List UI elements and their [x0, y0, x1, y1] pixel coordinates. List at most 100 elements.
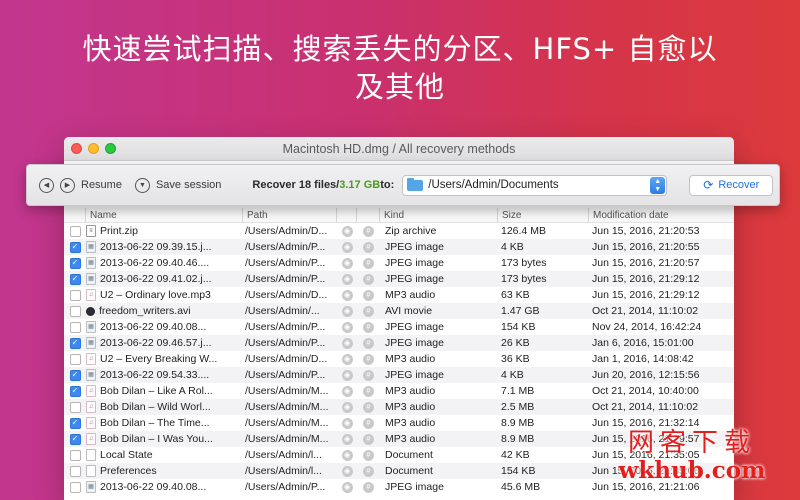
file-name: Bob Dilan – Like A Rol... [100, 385, 213, 397]
row-checkbox[interactable]: ✓ [69, 337, 81, 349]
row-checkbox[interactable] [69, 353, 81, 365]
table-row[interactable]: ♫ Bob Dilan – Wild Worl... /Users/Admin/M.… [64, 399, 734, 415]
hash-icon[interactable]: # [363, 257, 374, 269]
row-checkbox-cell: ✓ [64, 273, 86, 285]
row-checkbox[interactable]: ✓ [69, 417, 81, 429]
eye-icon[interactable]: ◉ [341, 385, 353, 397]
preview-cell: ◉ [337, 241, 357, 253]
hash-icon[interactable]: # [363, 289, 374, 301]
hash-icon[interactable]: # [363, 481, 374, 493]
table-row[interactable]: ✓ ▦ 2013-06-22 09.46.57.j... /Users/Admin/P… [64, 335, 734, 351]
header-path[interactable]: Path [243, 208, 337, 222]
play-icon[interactable]: ▶ [60, 177, 75, 193]
eye-icon[interactable]: ◉ [341, 369, 353, 381]
hash-icon[interactable]: # [363, 417, 374, 429]
file-name: 2013-06-22 09.39.15.j... [100, 241, 212, 253]
hash-icon[interactable]: # [363, 449, 374, 461]
back-icon[interactable]: ◀ [39, 177, 54, 193]
row-checkbox[interactable]: ✓ [69, 369, 81, 381]
hash-icon[interactable]: # [363, 305, 374, 317]
eye-icon[interactable]: ◉ [341, 401, 353, 413]
hash-cell: # [357, 481, 380, 493]
eye-icon[interactable]: ◉ [341, 417, 353, 429]
eye-icon[interactable]: ◉ [341, 305, 353, 317]
table-row[interactable]: ▦ 2013-06-22 09.40.08... /Users/Admin/P...… [64, 319, 734, 335]
hash-icon[interactable]: # [363, 337, 374, 349]
eye-icon[interactable]: ◉ [341, 225, 353, 237]
header-name[interactable]: Name [86, 208, 243, 222]
table-row[interactable]: ≡ Print.zip/Users/Admin/D... ◉ # Zip archive… [64, 223, 734, 239]
hash-icon[interactable]: # [363, 241, 374, 253]
eye-icon[interactable]: ◉ [341, 289, 353, 301]
hash-icon[interactable]: # [363, 321, 374, 333]
hash-cell: # [357, 289, 380, 301]
row-checkbox[interactable] [69, 289, 81, 301]
eye-icon[interactable]: ◉ [341, 465, 353, 477]
kind-cell: JPEG image [385, 481, 444, 493]
row-checkbox[interactable] [69, 465, 81, 477]
row-checkbox[interactable]: ✓ [69, 257, 81, 269]
row-checkbox[interactable] [69, 225, 81, 237]
row-checkbox[interactable]: ✓ [69, 385, 81, 397]
path-cell: /Users/Admin/M... [245, 417, 329, 429]
hash-icon[interactable]: # [363, 353, 374, 365]
header-kind[interactable]: Kind [380, 208, 498, 222]
save-session-group[interactable]: ▼ Save session [134, 177, 221, 193]
row-checkbox[interactable] [69, 449, 81, 461]
preview-cell: ◉ [337, 273, 357, 285]
table-row[interactable]: ♫ U2 – Every Breaking W... /Users/Admin/D.… [64, 351, 734, 367]
table-row[interactable]: ✓ ▦ 2013-06-22 09.54.33.... /Users/Admin/P.… [64, 367, 734, 383]
header-date[interactable]: Modification date [589, 208, 734, 222]
hash-icon[interactable]: # [363, 401, 374, 413]
header-size[interactable]: Size [498, 208, 589, 222]
table-row[interactable]: ✓ ♫ Bob Dilan – Like A Rol... /Users/Admin/… [64, 383, 734, 399]
table-row[interactable]: ✓ ▦ 2013-06-22 09.40.46.... /Users/Admin/P.… [64, 255, 734, 271]
eye-icon[interactable]: ◉ [341, 353, 353, 365]
hash-icon[interactable]: # [363, 273, 374, 285]
recover-button[interactable]: ⟳ Recover [689, 174, 774, 196]
path-cell: /Users/Admin/P... [245, 369, 326, 381]
eye-icon[interactable]: ◉ [341, 337, 353, 349]
eye-icon[interactable]: ◉ [341, 273, 353, 285]
row-checkbox[interactable] [69, 401, 81, 413]
row-checkbox-cell: ✓ [64, 385, 86, 397]
resume-group[interactable]: ◀ ▶ Resume [39, 177, 122, 193]
eye-icon[interactable]: ◉ [341, 241, 353, 253]
row-checkbox[interactable]: ✓ [69, 241, 81, 253]
table-row[interactable]: ✓ ▦ 2013-06-22 09.41.02.j... /Users/Admin/P… [64, 271, 734, 287]
row-checkbox[interactable] [69, 481, 81, 493]
size-cell: 26 KB [501, 337, 530, 349]
resume-button[interactable]: Resume [81, 179, 122, 191]
eye-icon[interactable]: ◉ [341, 321, 353, 333]
kind-cell: Document [385, 449, 433, 461]
preview-cell: ◉ [337, 305, 357, 317]
save-session-button[interactable]: Save session [156, 179, 221, 191]
eye-icon[interactable]: ◉ [341, 257, 353, 269]
table-row[interactable]: freedom_writers.avi/Users/Admin/... ◉ # AVI… [64, 303, 734, 319]
recover-count-label: Recover 18 files/ [252, 179, 340, 191]
close-window-button[interactable] [71, 143, 82, 154]
eye-icon[interactable]: ◉ [341, 481, 353, 493]
path-cell: /Users/Admin/M... [245, 401, 329, 413]
row-checkbox[interactable]: ✓ [69, 273, 81, 285]
hash-cell: # [357, 465, 380, 477]
eye-icon[interactable]: ◉ [341, 449, 353, 461]
hash-icon[interactable]: # [363, 225, 374, 237]
recover-to-label: to: [380, 179, 395, 191]
row-checkbox[interactable] [69, 305, 81, 317]
table-row[interactable]: ✓ ▦ 2013-06-22 09.39.15.j... /Users/Admin/P… [64, 239, 734, 255]
minimize-window-button[interactable] [88, 143, 99, 154]
hash-icon[interactable]: # [363, 369, 374, 381]
file-name: 2013-06-22 09.54.33.... [100, 369, 210, 381]
zoom-window-button[interactable] [105, 143, 116, 154]
table-row[interactable]: ♫ U2 – Ordinary love.mp3/Users/Admin/D...… [64, 287, 734, 303]
destination-select[interactable]: /Users/Admin/Documents ▲ ▼ [402, 174, 668, 196]
hash-icon[interactable]: # [363, 465, 374, 477]
row-checkbox[interactable]: ✓ [69, 433, 81, 445]
jpeg-file-icon: ▦ [86, 257, 96, 269]
recovery-toolbar: ◀ ▶ Resume ▼ Save session Recover 18 fil… [26, 164, 780, 206]
row-checkbox[interactable] [69, 321, 81, 333]
hash-icon[interactable]: # [363, 385, 374, 397]
hash-icon[interactable]: # [363, 433, 374, 445]
eye-icon[interactable]: ◉ [341, 433, 353, 445]
